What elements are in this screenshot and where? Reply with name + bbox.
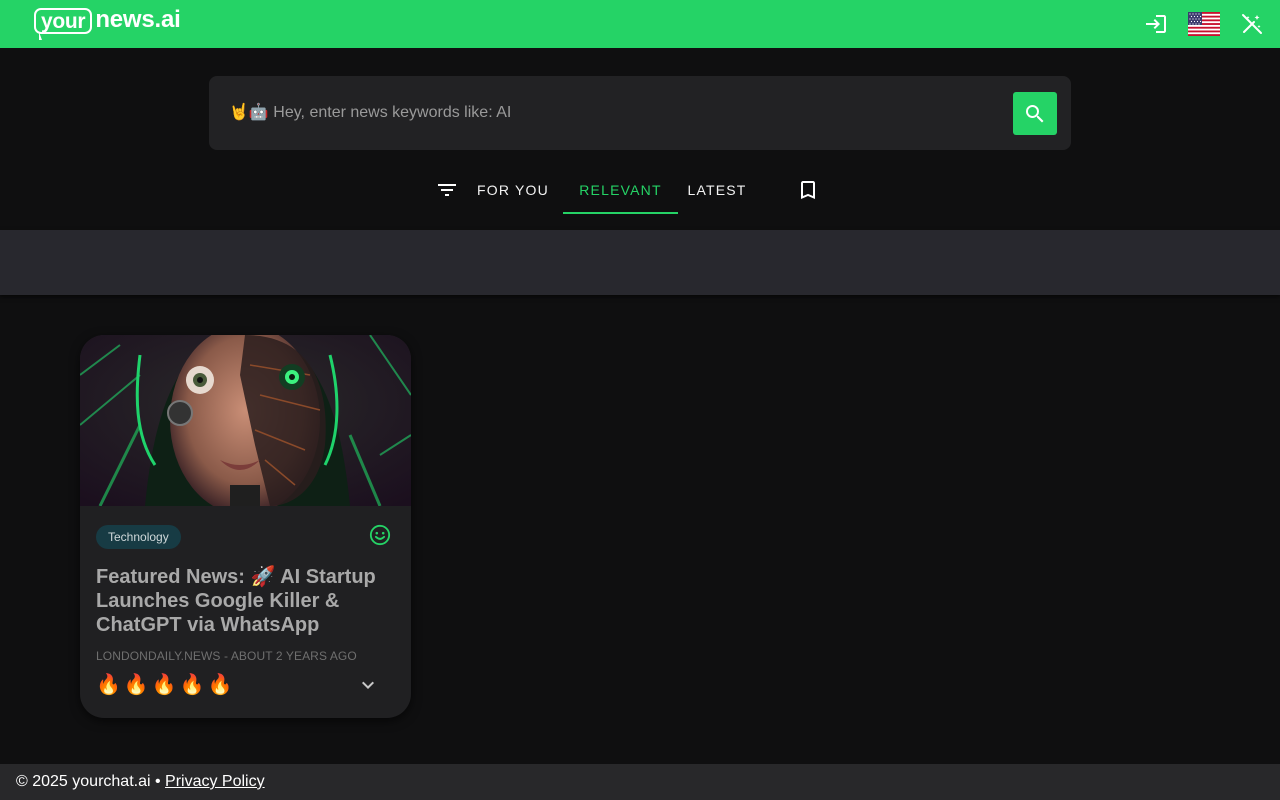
magic-wand-off-icon[interactable]	[1240, 12, 1264, 36]
tab-latest[interactable]: LATEST	[682, 166, 752, 214]
search-bar	[209, 76, 1071, 150]
news-title[interactable]: Featured News: 🚀 AI Startup Launches Goo…	[96, 565, 396, 637]
tab-for-you[interactable]: FOR YOU	[468, 166, 558, 214]
news-source-time: LONDONDAILY.NEWS - ABOUT 2 YEARS AGO	[96, 649, 357, 663]
search-input[interactable]	[229, 100, 989, 126]
footer: © 2025 yourchat.ai • Privacy Policy	[0, 764, 1280, 800]
news-image[interactable]	[80, 335, 411, 506]
search-button[interactable]	[1013, 92, 1057, 135]
bookmark-icon[interactable]	[796, 178, 820, 202]
logo-bubble: your	[34, 8, 93, 40]
fire-rating: 🔥🔥🔥🔥🔥	[96, 674, 236, 696]
login-icon[interactable]	[1144, 12, 1168, 36]
logo-text: news.ai	[95, 6, 181, 33]
news-card[interactable]: Technology Featured News: 🚀 AI Startup L…	[80, 335, 411, 718]
top-app-bar: your news.ai	[0, 0, 1280, 48]
smiley-icon[interactable]	[369, 524, 391, 546]
brand-logo[interactable]: your news.ai	[34, 8, 181, 40]
chevron-down-icon[interactable]	[356, 673, 380, 697]
us-flag-icon[interactable]	[1188, 12, 1220, 36]
filter-icon[interactable]	[435, 178, 459, 202]
tab-relevant[interactable]: RELEVANT	[563, 166, 678, 214]
category-badge[interactable]: Technology	[96, 525, 181, 549]
search-icon	[1026, 104, 1044, 122]
privacy-policy-link[interactable]: Privacy Policy	[165, 773, 265, 790]
copyright-text: © 2025 yourchat.ai •	[16, 773, 166, 790]
banner-strip	[0, 230, 1280, 295]
